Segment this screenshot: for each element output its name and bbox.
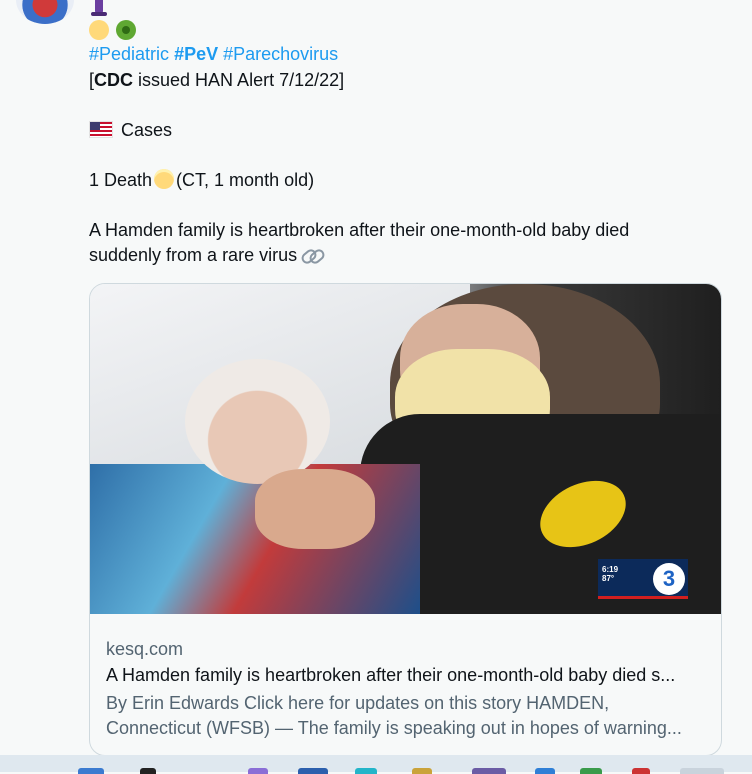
taskbar-app-icon[interactable] bbox=[78, 768, 104, 774]
hashtag-pev[interactable]: #PeV bbox=[174, 44, 218, 64]
overlay-bar bbox=[598, 596, 688, 599]
avatar[interactable] bbox=[16, 0, 74, 24]
overlay-temp: 87° bbox=[602, 574, 615, 583]
death-count: 1 Death bbox=[89, 170, 153, 190]
cases-line: Cases bbox=[89, 118, 172, 142]
link-preview-card[interactable]: 6:19 87° 3 kesq.com A Hamden family is he… bbox=[89, 283, 722, 756]
card-title[interactable]: A Hamden family is heartbroken after the… bbox=[106, 663, 675, 687]
taskbar-app-icon[interactable] bbox=[355, 768, 377, 774]
taskbar-app-icon[interactable] bbox=[140, 768, 156, 774]
cases-label: Cases bbox=[121, 120, 173, 140]
card-image[interactable]: 6:19 87° 3 bbox=[90, 284, 721, 614]
tweet-description: A Hamden family is heartbroken after the… bbox=[89, 218, 689, 268]
baby-icon bbox=[89, 20, 109, 40]
taskbar-app-icon[interactable] bbox=[472, 768, 506, 774]
taskbar-app-icon[interactable] bbox=[412, 768, 432, 774]
taskbar-app-icon[interactable] bbox=[632, 768, 650, 774]
overlay-time-temp: 6:19 87° bbox=[602, 565, 618, 583]
alert-rest: issued HAN Alert 7/12/22] bbox=[133, 70, 345, 90]
channel-logo: 3 bbox=[653, 563, 685, 595]
microbe-icon bbox=[116, 20, 136, 40]
taskbar bbox=[0, 755, 752, 774]
taskbar-app-icon[interactable] bbox=[298, 768, 328, 774]
death-detail: (CT, 1 month old) bbox=[176, 170, 315, 190]
cdc-label: CDC bbox=[94, 70, 134, 90]
hashtags: #Pediatric #PeV #Parechovirus bbox=[89, 42, 338, 66]
hashtag-pediatric[interactable]: #Pediatric bbox=[89, 44, 169, 64]
link-icon bbox=[301, 249, 323, 263]
taskbar-app-icon[interactable] bbox=[248, 768, 268, 774]
us-flag-icon bbox=[89, 121, 113, 138]
description-text: A Hamden family is heartbroken after the… bbox=[89, 220, 630, 265]
taskbar-app-icon[interactable] bbox=[580, 768, 602, 774]
emoji-row bbox=[89, 0, 149, 44]
station-overlay: 6:19 87° 3 bbox=[598, 559, 688, 599]
card-description-line2: Connecticut (WFSB) — The family is speak… bbox=[106, 718, 682, 738]
cdc-alert-line: [CDC issued HAN Alert 7/12/22] bbox=[89, 68, 344, 92]
hashtag-parechovirus[interactable]: #Parechovirus bbox=[223, 44, 338, 64]
taskbar-app-icon[interactable] bbox=[535, 768, 555, 774]
angel-icon bbox=[154, 169, 175, 189]
card-domain: kesq.com bbox=[106, 639, 184, 659]
card-description-line1: By Erin Edwards Click here for updates o… bbox=[106, 693, 610, 713]
overlay-time: 6:19 bbox=[602, 565, 619, 574]
death-line: 1 Death (CT, 1 month old) bbox=[89, 168, 314, 192]
baby-head bbox=[185, 359, 330, 484]
taskbar-app-icon[interactable] bbox=[680, 768, 724, 774]
hand bbox=[255, 469, 375, 549]
